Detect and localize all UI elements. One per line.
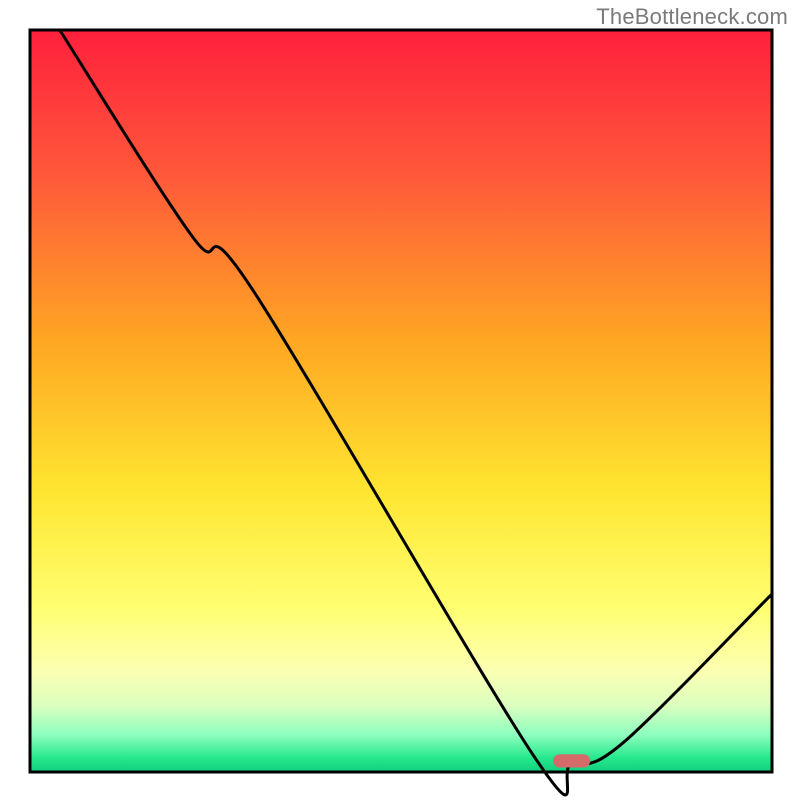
bottleneck-chart	[0, 0, 800, 800]
optimal-marker	[553, 754, 590, 767]
chart-container: TheBottleneck.com	[0, 0, 800, 800]
watermark-text: TheBottleneck.com	[596, 4, 788, 30]
plot-background	[30, 30, 772, 772]
